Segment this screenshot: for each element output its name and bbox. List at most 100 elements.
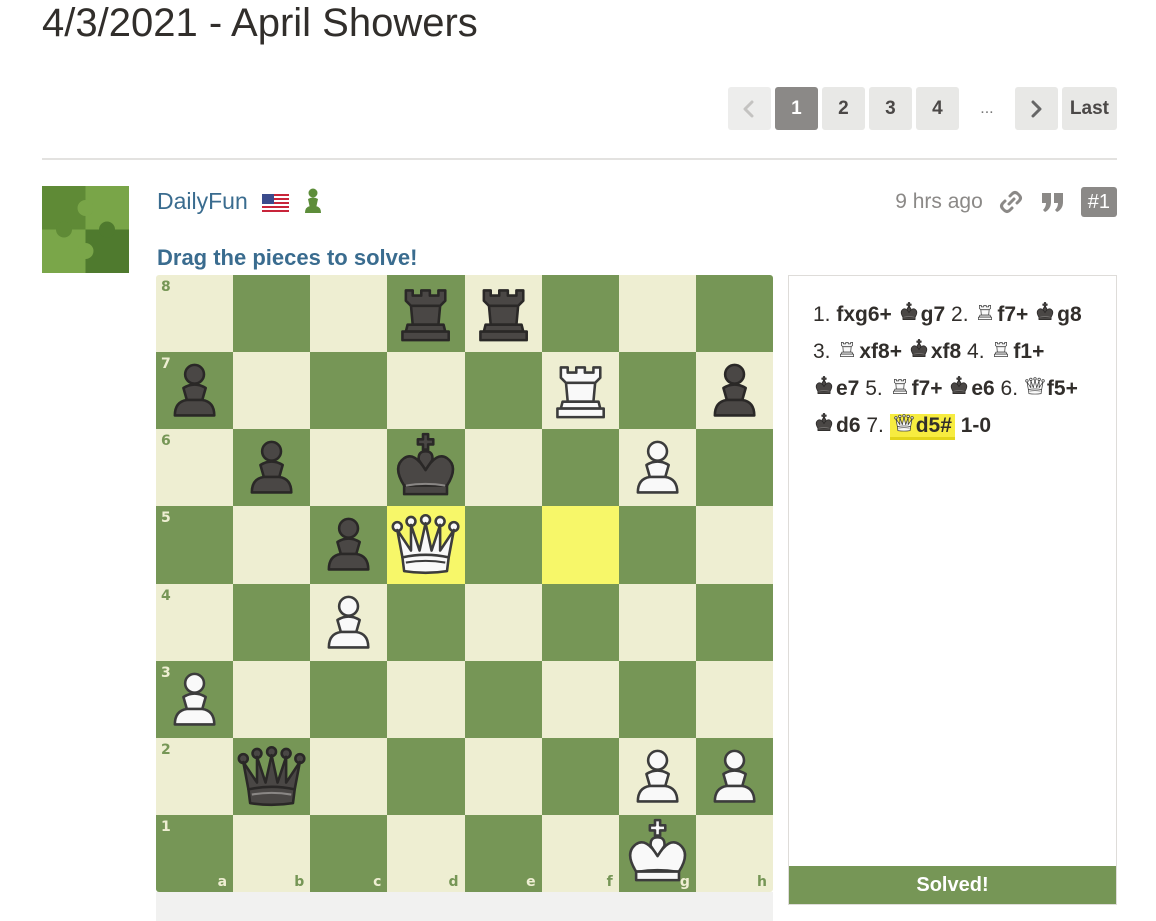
square-e6[interactable] — [464, 429, 542, 507]
square-c6[interactable] — [310, 429, 388, 507]
square-h7[interactable] — [695, 352, 773, 430]
post-number[interactable]: #1 — [1080, 187, 1117, 217]
square-d6[interactable] — [387, 429, 465, 507]
move[interactable]: fxg6+ — [836, 303, 891, 326]
square-g8[interactable] — [618, 275, 696, 353]
avatar[interactable] — [42, 186, 129, 273]
move[interactable]: f7+ — [974, 303, 1028, 326]
square-b8[interactable] — [233, 275, 311, 353]
move[interactable]: d5# — [889, 414, 955, 440]
move[interactable]: xf8+ — [836, 340, 902, 363]
square-e7[interactable] — [464, 352, 542, 430]
square-f6[interactable] — [541, 429, 619, 507]
square-b4[interactable] — [233, 583, 311, 661]
square-d3[interactable] — [387, 660, 465, 738]
prev-page-button[interactable] — [727, 87, 771, 130]
square-g1[interactable]: g — [618, 814, 696, 892]
square-e2[interactable] — [464, 737, 542, 815]
square-b5[interactable] — [233, 506, 311, 584]
square-c7[interactable] — [310, 352, 388, 430]
square-b2[interactable] — [233, 737, 311, 815]
black-pawn-icon[interactable] — [310, 506, 387, 583]
square-h5[interactable] — [695, 506, 773, 584]
square-e1[interactable]: e — [464, 814, 542, 892]
quote-icon[interactable] — [1039, 188, 1067, 216]
square-h4[interactable] — [695, 583, 773, 661]
square-c1[interactable]: c — [310, 814, 388, 892]
square-g5[interactable] — [618, 506, 696, 584]
square-a3[interactable]: 3 — [156, 660, 234, 738]
square-b6[interactable] — [233, 429, 311, 507]
square-g7[interactable] — [618, 352, 696, 430]
move[interactable]: e6 — [948, 376, 995, 400]
move[interactable]: g8 — [1034, 302, 1082, 326]
square-c5[interactable] — [310, 506, 388, 584]
move[interactable]: e7 — [813, 376, 859, 400]
black-king-icon[interactable] — [387, 429, 464, 506]
white-pawn-icon[interactable] — [310, 584, 387, 661]
white-pawn-icon[interactable] — [696, 738, 773, 815]
square-g4[interactable] — [618, 583, 696, 661]
square-b3[interactable] — [233, 660, 311, 738]
chess-board[interactable]: 8 7 6 5 4 3 2 1 a b c d e f g h — [156, 275, 773, 892]
square-f7[interactable] — [541, 352, 619, 430]
square-e5[interactable] — [464, 506, 542, 584]
square-g3[interactable] — [618, 660, 696, 738]
black-rook-icon[interactable] — [387, 275, 464, 352]
last-page-button[interactable]: Last — [1061, 87, 1117, 130]
square-c3[interactable] — [310, 660, 388, 738]
square-h6[interactable] — [695, 429, 773, 507]
square-b7[interactable] — [233, 352, 311, 430]
white-pawn-icon[interactable] — [619, 429, 696, 506]
square-f5[interactable] — [541, 506, 619, 584]
square-f3[interactable] — [541, 660, 619, 738]
square-d5[interactable] — [387, 506, 465, 584]
square-f4[interactable] — [541, 583, 619, 661]
white-pawn-icon[interactable] — [619, 738, 696, 815]
move[interactable]: f1+ — [990, 340, 1044, 363]
square-d1[interactable]: d — [387, 814, 465, 892]
square-d8[interactable] — [387, 275, 465, 353]
black-queen-icon[interactable] — [233, 738, 310, 815]
square-g6[interactable] — [618, 429, 696, 507]
square-h3[interactable] — [695, 660, 773, 738]
square-e3[interactable] — [464, 660, 542, 738]
page-1-button[interactable]: 1 — [774, 87, 818, 130]
square-h8[interactable] — [695, 275, 773, 353]
black-pawn-icon[interactable] — [696, 352, 773, 429]
square-h2[interactable] — [695, 737, 773, 815]
username-link[interactable]: DailyFun — [157, 188, 248, 215]
square-c8[interactable] — [310, 275, 388, 353]
square-f2[interactable] — [541, 737, 619, 815]
link-icon[interactable] — [997, 188, 1025, 216]
square-a2[interactable]: 2 — [156, 737, 234, 815]
square-a7[interactable]: 7 — [156, 352, 234, 430]
square-a4[interactable]: 4 — [156, 583, 234, 661]
square-f8[interactable] — [541, 275, 619, 353]
page-4-button[interactable]: 4 — [915, 87, 959, 130]
square-f1[interactable]: f — [541, 814, 619, 892]
white-rook-icon[interactable] — [542, 352, 619, 429]
square-e4[interactable] — [464, 583, 542, 661]
square-b1[interactable]: b — [233, 814, 311, 892]
black-rook-icon[interactable] — [465, 275, 542, 352]
square-d7[interactable] — [387, 352, 465, 430]
square-a8[interactable]: 8 — [156, 275, 234, 353]
move[interactable]: f7+ — [889, 377, 943, 400]
square-g2[interactable] — [618, 737, 696, 815]
square-c4[interactable] — [310, 583, 388, 661]
page-3-button[interactable]: 3 — [868, 87, 912, 130]
move[interactable]: g7 — [898, 302, 945, 326]
black-pawn-icon[interactable] — [233, 429, 310, 506]
square-a1[interactable]: 1a — [156, 814, 234, 892]
square-c2[interactable] — [310, 737, 388, 815]
move[interactable]: xf8 — [908, 339, 961, 363]
square-h1[interactable]: h — [695, 814, 773, 892]
square-d4[interactable] — [387, 583, 465, 661]
move[interactable]: f5+ — [1024, 377, 1078, 400]
square-a6[interactable]: 6 — [156, 429, 234, 507]
square-d2[interactable] — [387, 737, 465, 815]
square-a5[interactable]: 5 — [156, 506, 234, 584]
page-2-button[interactable]: 2 — [821, 87, 865, 130]
square-e8[interactable] — [464, 275, 542, 353]
